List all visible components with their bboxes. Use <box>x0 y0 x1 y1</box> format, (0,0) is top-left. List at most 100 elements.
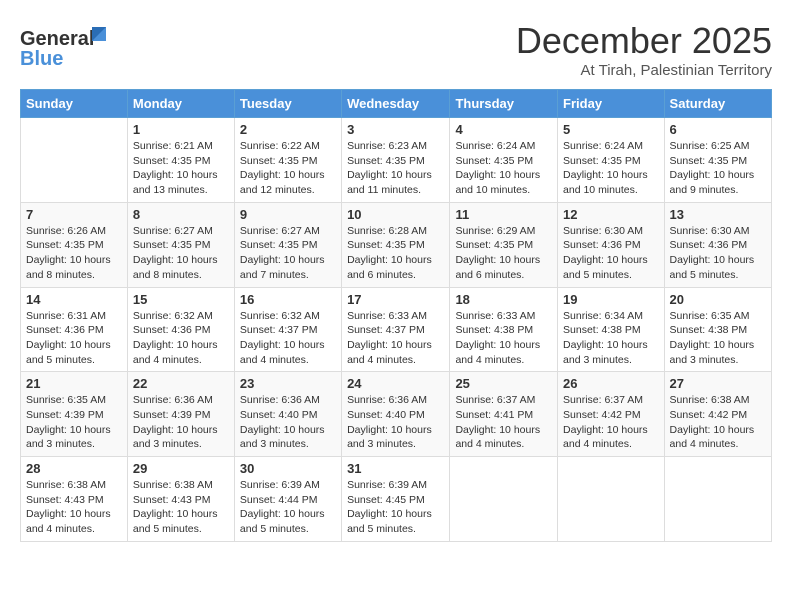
day-info: Sunrise: 6:38 AM Sunset: 4:42 PM Dayligh… <box>670 393 766 452</box>
day-number: 1 <box>133 122 229 137</box>
calendar-cell: 17Sunrise: 6:33 AM Sunset: 4:37 PM Dayli… <box>342 287 450 372</box>
day-info: Sunrise: 6:26 AM Sunset: 4:35 PM Dayligh… <box>26 224 122 283</box>
day-number: 29 <box>133 461 229 476</box>
calendar-cell: 29Sunrise: 6:38 AM Sunset: 4:43 PM Dayli… <box>127 457 234 542</box>
day-info: Sunrise: 6:33 AM Sunset: 4:37 PM Dayligh… <box>347 309 444 368</box>
day-number: 18 <box>455 292 552 307</box>
day-info: Sunrise: 6:36 AM Sunset: 4:39 PM Dayligh… <box>133 393 229 452</box>
day-number: 23 <box>240 376 336 391</box>
day-number: 9 <box>240 207 336 222</box>
location-subtitle: At Tirah, Palestinian Territory <box>516 62 772 79</box>
week-row-2: 7 Sunrise: 6:26 AM Sunset: 4:35 PM Daylig… <box>21 202 772 287</box>
day-info: Sunrise: 6:33 AM Sunset: 4:38 PM Dayligh… <box>455 309 552 368</box>
calendar-cell: 19Sunrise: 6:34 AM Sunset: 4:38 PM Dayli… <box>558 287 665 372</box>
day-info: Sunrise: 6:37 AM Sunset: 4:41 PM Dayligh… <box>455 393 552 452</box>
calendar-cell: 5 Sunrise: 6:24 AM Sunset: 4:35 PM Daylig… <box>558 118 665 203</box>
calendar-cell: 6 Sunrise: 6:25 AM Sunset: 4:35 PM Daylig… <box>664 118 771 203</box>
calendar-cell <box>21 118 128 203</box>
day-number: 6 <box>670 122 766 137</box>
day-info: Sunrise: 6:30 AM Sunset: 4:36 PM Dayligh… <box>670 224 766 283</box>
week-row-4: 21 Sunrise: 6:35 AM Sunset: 4:39 PM Dayli… <box>21 372 772 457</box>
day-number: 24 <box>347 376 444 391</box>
logo: GeneralBlue <box>20 25 110 70</box>
day-info: Sunrise: 6:35 AM Sunset: 4:39 PM Dayligh… <box>26 393 122 452</box>
calendar-cell: 31Sunrise: 6:39 AM Sunset: 4:45 PM Dayli… <box>342 457 450 542</box>
day-info: Sunrise: 6:23 AM Sunset: 4:35 PM Dayligh… <box>347 139 444 198</box>
header-wednesday: Wednesday <box>342 90 450 118</box>
calendar-cell: 11 Sunrise: 6:29 AM Sunset: 4:35 PM Dayli… <box>450 202 558 287</box>
day-info: Sunrise: 6:29 AM Sunset: 4:35 PM Dayligh… <box>455 224 552 283</box>
day-number: 26 <box>563 376 659 391</box>
calendar-cell: 21 Sunrise: 6:35 AM Sunset: 4:39 PM Dayli… <box>21 372 128 457</box>
calendar-cell: 7 Sunrise: 6:26 AM Sunset: 4:35 PM Daylig… <box>21 202 128 287</box>
week-row-3: 14 Sunrise: 6:31 AM Sunset: 4:36 PM Dayli… <box>21 287 772 372</box>
calendar-cell: 27 Sunrise: 6:38 AM Sunset: 4:42 PM Dayli… <box>664 372 771 457</box>
calendar-cell: 14 Sunrise: 6:31 AM Sunset: 4:36 PM Dayli… <box>21 287 128 372</box>
calendar-cell: 10Sunrise: 6:28 AM Sunset: 4:35 PM Dayli… <box>342 202 450 287</box>
calendar-cell <box>558 457 665 542</box>
header-monday: Monday <box>127 90 234 118</box>
calendar-cell <box>664 457 771 542</box>
day-info: Sunrise: 6:36 AM Sunset: 4:40 PM Dayligh… <box>347 393 444 452</box>
day-info: Sunrise: 6:24 AM Sunset: 4:35 PM Dayligh… <box>563 139 659 198</box>
calendar-cell: 24 Sunrise: 6:36 AM Sunset: 4:40 PM Dayli… <box>342 372 450 457</box>
day-info: Sunrise: 6:32 AM Sunset: 4:36 PM Dayligh… <box>133 309 229 368</box>
calendar-cell: 13 Sunrise: 6:30 AM Sunset: 4:36 PM Dayli… <box>664 202 771 287</box>
calendar-cell: 28 Sunrise: 6:38 AM Sunset: 4:43 PM Dayli… <box>21 457 128 542</box>
day-info: Sunrise: 6:38 AM Sunset: 4:43 PM Dayligh… <box>26 478 122 537</box>
calendar-cell: 1Sunrise: 6:21 AM Sunset: 4:35 PM Daylig… <box>127 118 234 203</box>
header-thursday: Thursday <box>450 90 558 118</box>
day-info: Sunrise: 6:37 AM Sunset: 4:42 PM Dayligh… <box>563 393 659 452</box>
day-number: 12 <box>563 207 659 222</box>
day-number: 13 <box>670 207 766 222</box>
calendar-cell: 26 Sunrise: 6:37 AM Sunset: 4:42 PM Dayli… <box>558 372 665 457</box>
calendar-cell: 15 Sunrise: 6:32 AM Sunset: 4:36 PM Dayli… <box>127 287 234 372</box>
calendar-cell: 22 Sunrise: 6:36 AM Sunset: 4:39 PM Dayli… <box>127 372 234 457</box>
day-info: Sunrise: 6:22 AM Sunset: 4:35 PM Dayligh… <box>240 139 336 198</box>
day-number: 25 <box>455 376 552 391</box>
day-number: 16 <box>240 292 336 307</box>
day-number: 14 <box>26 292 122 307</box>
week-row-1: 1Sunrise: 6:21 AM Sunset: 4:35 PM Daylig… <box>21 118 772 203</box>
title-section: December 2025 At Tirah, Palestinian Terr… <box>516 20 772 79</box>
calendar-header-row: SundayMondayTuesdayWednesdayThursdayFrid… <box>21 90 772 118</box>
day-number: 3 <box>347 122 444 137</box>
calendar-cell: 4 Sunrise: 6:24 AM Sunset: 4:35 PM Daylig… <box>450 118 558 203</box>
calendar-cell <box>450 457 558 542</box>
day-info: Sunrise: 6:35 AM Sunset: 4:38 PM Dayligh… <box>670 309 766 368</box>
day-info: Sunrise: 6:30 AM Sunset: 4:36 PM Dayligh… <box>563 224 659 283</box>
day-number: 28 <box>26 461 122 476</box>
header-sunday: Sunday <box>21 90 128 118</box>
day-number: 20 <box>670 292 766 307</box>
day-info: Sunrise: 6:25 AM Sunset: 4:35 PM Dayligh… <box>670 139 766 198</box>
day-info: Sunrise: 6:39 AM Sunset: 4:45 PM Dayligh… <box>347 478 444 537</box>
day-info: Sunrise: 6:39 AM Sunset: 4:44 PM Dayligh… <box>240 478 336 537</box>
day-info: Sunrise: 6:31 AM Sunset: 4:36 PM Dayligh… <box>26 309 122 368</box>
day-number: 5 <box>563 122 659 137</box>
day-number: 10 <box>347 207 444 222</box>
day-info: Sunrise: 6:27 AM Sunset: 4:35 PM Dayligh… <box>240 224 336 283</box>
calendar-cell: 9 Sunrise: 6:27 AM Sunset: 4:35 PM Daylig… <box>234 202 341 287</box>
calendar-cell: 23 Sunrise: 6:36 AM Sunset: 4:40 PM Dayli… <box>234 372 341 457</box>
day-number: 11 <box>455 207 552 222</box>
day-number: 4 <box>455 122 552 137</box>
day-number: 22 <box>133 376 229 391</box>
day-info: Sunrise: 6:36 AM Sunset: 4:40 PM Dayligh… <box>240 393 336 452</box>
day-number: 7 <box>26 207 122 222</box>
svg-text:Blue: Blue <box>20 48 63 70</box>
calendar-cell: 2Sunrise: 6:22 AM Sunset: 4:35 PM Daylig… <box>234 118 341 203</box>
calendar-cell: 30Sunrise: 6:39 AM Sunset: 4:44 PM Dayli… <box>234 457 341 542</box>
week-row-5: 28 Sunrise: 6:38 AM Sunset: 4:43 PM Dayli… <box>21 457 772 542</box>
day-info: Sunrise: 6:24 AM Sunset: 4:35 PM Dayligh… <box>455 139 552 198</box>
day-number: 8 <box>133 207 229 222</box>
day-number: 27 <box>670 376 766 391</box>
svg-text:General: General <box>20 28 94 50</box>
day-info: Sunrise: 6:27 AM Sunset: 4:35 PM Dayligh… <box>133 224 229 283</box>
day-number: 21 <box>26 376 122 391</box>
calendar-cell: 8 Sunrise: 6:27 AM Sunset: 4:35 PM Daylig… <box>127 202 234 287</box>
header-saturday: Saturday <box>664 90 771 118</box>
calendar-cell: 20 Sunrise: 6:35 AM Sunset: 4:38 PM Dayli… <box>664 287 771 372</box>
calendar-cell: 12 Sunrise: 6:30 AM Sunset: 4:36 PM Dayli… <box>558 202 665 287</box>
calendar-cell: 16Sunrise: 6:32 AM Sunset: 4:37 PM Dayli… <box>234 287 341 372</box>
day-number: 15 <box>133 292 229 307</box>
